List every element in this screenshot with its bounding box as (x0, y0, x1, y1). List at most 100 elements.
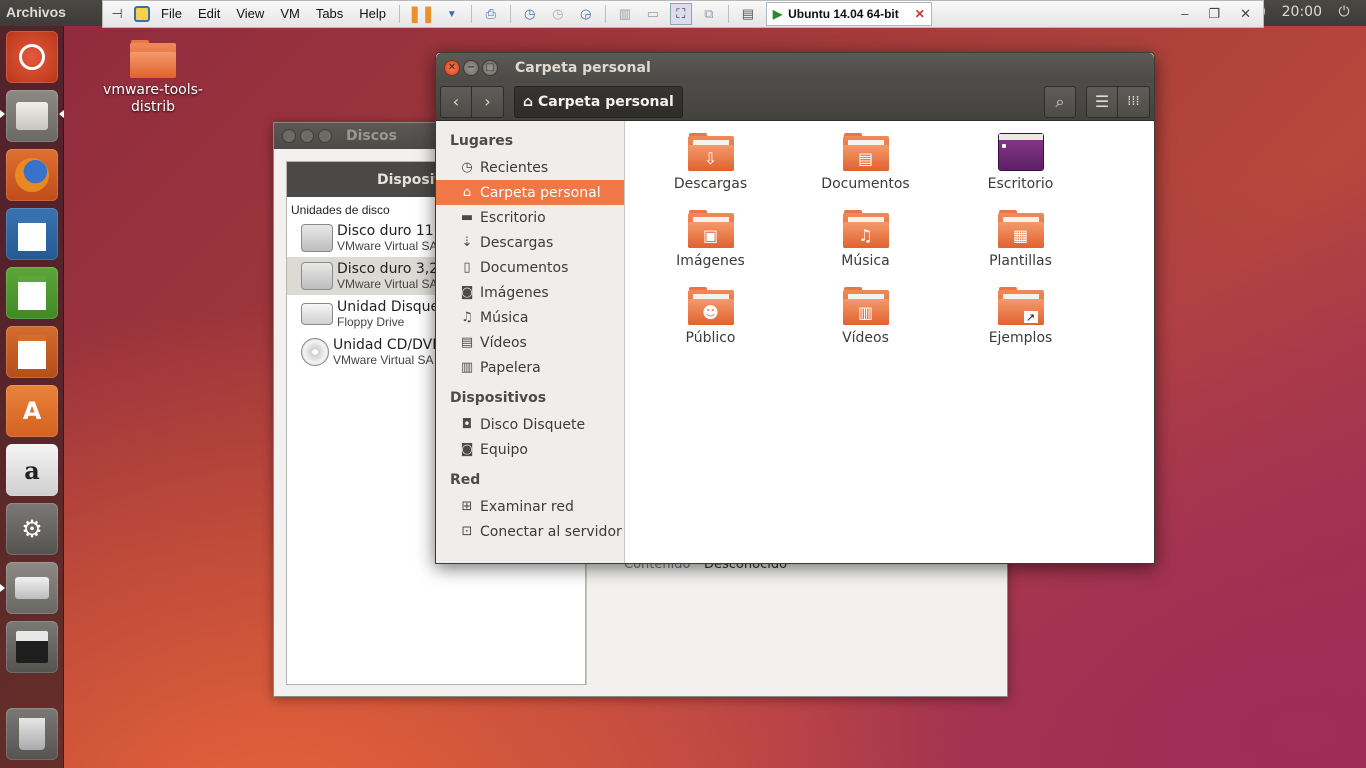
sidebar-item-label: Imágenes (480, 284, 549, 301)
libreoffice-calc-icon[interactable] (6, 267, 58, 319)
file-view[interactable]: ⇩ Descargas ▤ Documentos Escritorio ▣ Im… (625, 121, 1154, 563)
libreoffice-writer-icon[interactable] (6, 208, 58, 260)
sidebar-item-papelera[interactable]: ▥ Papelera (436, 355, 624, 380)
close-tab-icon[interactable]: ✕ (915, 7, 925, 21)
menu-tabs[interactable]: Tabs (308, 3, 351, 25)
dropdown-arrow-icon[interactable]: ▼ (441, 3, 463, 25)
sidebar-item-recientes[interactable]: ◷ Recientes (436, 155, 624, 180)
folder-label: Descargas (673, 176, 748, 192)
menu-view[interactable]: View (228, 3, 272, 25)
indicator-area: ◖) 20:00 ⏻ (1250, 4, 1354, 20)
software-center-icon[interactable]: A (6, 385, 58, 437)
folder-label: Imágenes (676, 253, 745, 269)
menu-file[interactable]: File (153, 3, 190, 25)
sidebar-item-descargas[interactable]: ⇣ Descargas (436, 230, 624, 255)
folder-item-ejemplos[interactable]: ↗ Ejemplos (943, 287, 1098, 351)
pin-icon[interactable]: ⊣ (106, 3, 128, 25)
sidebar-item-escritorio[interactable]: ▬ Escritorio (436, 205, 624, 230)
snapshot-revert-icon[interactable]: ◷ (547, 3, 569, 25)
clock-icon: ◷ (461, 160, 473, 175)
firefox-icon[interactable] (6, 149, 58, 201)
sidebar-item-conectar-servidor[interactable]: ⊡ Conectar al servidor (436, 519, 624, 544)
sidebar-item-disco-disquete[interactable]: ◘ Disco Disquete (436, 412, 624, 437)
path-bar-button[interactable]: ⌂ Carpeta personal (514, 85, 683, 118)
grid-view-button[interactable]: ⁞⁞⁞ (1118, 85, 1150, 118)
maximize-icon[interactable]: □ (482, 60, 498, 76)
sidebar-item-equipo[interactable]: ◙ Equipo (436, 437, 624, 462)
toolbar-separator (470, 5, 472, 23)
window-title: Carpeta personal (515, 60, 651, 76)
amazon-icon[interactable]: a (6, 444, 58, 496)
sidebar-item-musica[interactable]: ♫ Música (436, 305, 624, 330)
folder-item-imagenes[interactable]: ▣ Imágenes (633, 210, 788, 274)
fullscreen-icon[interactable]: ⛶ (669, 3, 692, 25)
pause-icon[interactable]: ❚❚ (408, 3, 435, 25)
menu-help[interactable]: Help (351, 3, 394, 25)
send-ctrl-alt-del-icon[interactable]: ⎙ (480, 3, 502, 25)
clock[interactable]: 20:00 (1282, 4, 1322, 20)
menu-vm[interactable]: VM (272, 3, 308, 25)
folder-item-escritorio[interactable]: Escritorio (943, 133, 1098, 197)
vm-tab[interactable]: ▶ Ubuntu 14.04 64-bit ✕ (765, 2, 932, 26)
trash-icon[interactable] (6, 708, 58, 760)
sidebar-item-label: Examinar red (480, 498, 574, 515)
documents-folder-icon: ▤ (842, 133, 889, 171)
folder-item-descargas[interactable]: ⇩ Descargas (633, 133, 788, 197)
sidebar-item-examinar-red[interactable]: ⊞ Examinar red (436, 494, 624, 519)
close-icon[interactable] (282, 129, 296, 143)
restore-icon[interactable]: ❐ (1208, 6, 1220, 22)
home-icon: ⌂ (462, 185, 472, 200)
sidebar-heading-devices: Dispositivos (450, 390, 547, 406)
minimize-icon[interactable]: ‒ (1181, 6, 1188, 22)
sidebar-item-carpeta-personal[interactable]: ⌂ Carpeta personal (436, 180, 624, 205)
dash-home-icon[interactable] (6, 31, 58, 83)
desktop-folder-vmware-tools[interactable]: vmware-tools-distrib (100, 40, 206, 116)
sidebar-item-label: Carpeta personal (480, 184, 601, 201)
unity-icon[interactable]: ⧉ (698, 3, 720, 25)
folder-item-publico[interactable]: ☻ Público (633, 287, 788, 351)
list-icon: ☰ (1094, 92, 1110, 111)
close-icon[interactable]: ✕ (444, 60, 460, 76)
sidebar-item-imagenes[interactable]: ◙ Imágenes (436, 280, 624, 305)
folder-item-plantillas[interactable]: ▦ Plantillas (943, 210, 1098, 274)
menu-edit[interactable]: Edit (190, 3, 228, 25)
library-icon[interactable]: ▤ (737, 3, 759, 25)
forward-button[interactable]: › (472, 85, 504, 118)
files-titlebar[interactable]: ✕ − □ Carpeta personal (436, 53, 1154, 83)
sidebar-item-label: Escritorio (480, 209, 546, 226)
vmware-toolbar: ⊣ File Edit View VM Tabs Help ❚❚ ▼ ⎙ ◷ ◷… (102, 0, 1264, 28)
power-icon[interactable]: ⏻ (1334, 4, 1354, 20)
network-icon: ⊞ (461, 499, 473, 514)
film-icon: ▤ (460, 335, 474, 350)
running-indicator (0, 110, 5, 118)
floppy-device-icon[interactable] (6, 621, 58, 673)
snapshot-take-icon[interactable]: ◷ (519, 3, 541, 25)
maximize-icon[interactable] (318, 129, 332, 143)
system-settings-icon[interactable]: ⚙ (6, 503, 58, 555)
folder-icon (130, 40, 176, 78)
pictures-folder-icon: ▣ (687, 210, 734, 248)
active-app-name: Archivos (6, 4, 66, 20)
sidebar-item-videos[interactable]: ▤ Vídeos (436, 330, 624, 355)
minimize-icon[interactable] (300, 129, 314, 143)
search-button[interactable]: ⌕ (1044, 85, 1076, 118)
download-icon: ⇣ (461, 235, 473, 250)
folder-item-documentos[interactable]: ▤ Documentos (788, 133, 943, 197)
folder-item-musica[interactable]: ♫ Música (788, 210, 943, 274)
minimize-icon[interactable]: − (463, 60, 479, 76)
files-app-icon[interactable] (6, 90, 58, 142)
files-window[interactable]: ✕ − □ Carpeta personal ‹ › ⌂ Carpeta per… (435, 52, 1155, 564)
snapshot-manager-icon[interactable]: ◶ (575, 3, 597, 25)
sidebar-heading-places: Lugares (450, 133, 514, 149)
vmware-logo-icon[interactable] (134, 6, 150, 22)
console-view-icon[interactable]: ▭ (642, 3, 664, 25)
folder-label: Público (685, 330, 736, 346)
sidebar-item-documentos[interactable]: ▯ Documentos (436, 255, 624, 280)
list-view-button[interactable]: ☰ (1086, 85, 1118, 118)
folder-item-videos[interactable]: ▥ Vídeos (788, 287, 943, 351)
back-button[interactable]: ‹ (440, 85, 472, 118)
close-icon[interactable]: ✕ (1240, 6, 1251, 22)
libreoffice-impress-icon[interactable] (6, 326, 58, 378)
sidebar-toggle-icon[interactable]: ▥ (614, 3, 636, 25)
disks-app-icon[interactable] (6, 562, 58, 614)
